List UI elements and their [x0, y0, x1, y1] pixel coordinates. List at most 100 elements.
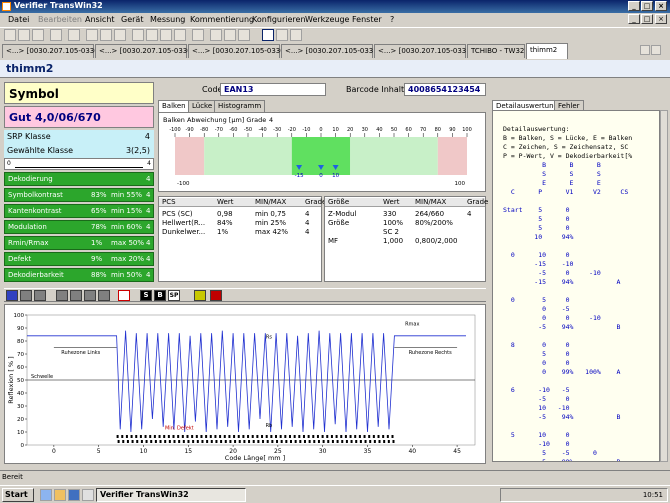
nav-prev-icon[interactable] — [146, 29, 158, 41]
param-row[interactable]: Dekodierbarkeit 88% min 50% 4 — [4, 268, 154, 282]
bar-indicator — [214, 435, 217, 438]
menu-bearbeiten[interactable]: Bearbeiten — [38, 15, 82, 24]
view-4-icon[interactable] — [70, 290, 82, 301]
bar-indicator — [307, 435, 310, 438]
menu-geraet[interactable]: Gerät — [121, 15, 143, 24]
highlight-icon[interactable] — [194, 290, 206, 301]
print-icon[interactable] — [50, 29, 62, 41]
tab-doc-1[interactable]: <...> [0030.207.105-03301-3] — [2, 44, 113, 58]
tab-luecke[interactable]: Lücke — [188, 100, 217, 112]
explorer-icon[interactable] — [54, 489, 66, 501]
codeart-value: EAN13 — [220, 83, 326, 96]
preview-icon[interactable] — [68, 29, 80, 41]
space-indicator — [317, 440, 320, 443]
zoom-out-icon[interactable] — [224, 29, 236, 41]
nav-next-icon[interactable] — [160, 29, 172, 41]
param-row[interactable]: Dekodierung 4 — [4, 172, 154, 186]
tab-prev-icon[interactable] — [640, 45, 650, 55]
param-name: Kantenkontrast — [8, 207, 62, 215]
nav-first-icon[interactable] — [132, 29, 144, 41]
menu-werkzeuge[interactable]: Werkzeuge — [305, 15, 349, 24]
expand-icon[interactable] — [6, 290, 18, 301]
tab-next-icon[interactable] — [651, 45, 661, 55]
bar-indicator — [256, 435, 259, 438]
grid-icon[interactable] — [276, 29, 288, 41]
menu-kommentierung[interactable]: Kommentierung — [190, 15, 254, 24]
tab-doc-3[interactable]: <...> [0030.207.105-03307-7] — [188, 44, 299, 58]
y-tick-label: 30 — [17, 404, 24, 410]
close-button[interactable]: × — [655, 1, 667, 11]
sp-toggle[interactable]: SP — [168, 290, 180, 301]
delete-icon[interactable] — [114, 29, 126, 41]
bar-deviation-panel: Balken Abweichung [µm] Grade 4 -100 -90 -80-… — [158, 112, 486, 192]
browser-icon[interactable] — [68, 489, 80, 501]
param-row[interactable]: Defekt 9% max 20% 4 — [4, 252, 154, 266]
detail-line: -15 94% A — [503, 278, 621, 286]
search-icon[interactable] — [100, 29, 112, 41]
menu-fenster[interactable]: Fenster — [352, 15, 382, 24]
detail-scrollbar[interactable] — [660, 110, 668, 462]
tab-balken[interactable]: Balken — [158, 100, 190, 112]
measure-icon[interactable] — [86, 29, 98, 41]
tab-doc-5[interactable]: <...> [0030.207.105-03312-9] — [374, 44, 485, 58]
space-indicator — [294, 440, 297, 443]
maximize-button[interactable]: □ — [641, 1, 653, 11]
view-1-icon[interactable] — [20, 290, 32, 301]
menu-messung[interactable]: Messung — [150, 15, 185, 24]
bar-toggle[interactable]: B — [154, 290, 166, 301]
balken-tick-label: -70 — [215, 127, 223, 133]
detail-evaluation-text: Detailauswertung: B = Balken, S = Lücke, … — [492, 110, 660, 462]
space-indicator — [182, 440, 185, 443]
new-icon[interactable] — [4, 29, 16, 41]
tab-doc-6[interactable]: TCHIBO - TW32 — [467, 44, 525, 58]
param-row[interactable]: Rmin/Rmax 1% max 50% 4 — [4, 236, 154, 250]
desktop-icon[interactable] — [40, 489, 52, 501]
taskbar-item[interactable]: Verifier TransWin32 — [96, 488, 246, 502]
space-indicator — [234, 440, 237, 443]
space-indicator — [117, 440, 120, 443]
pcs-table: PCS Wert MIN/MAX Grade PCS (SC) 0,98 min 0,75 4… — [158, 196, 326, 282]
bar-indicator — [251, 435, 254, 438]
select-icon[interactable] — [262, 29, 274, 41]
detail-line: -5 0 — [503, 395, 570, 403]
menu-ansicht[interactable]: Ansicht — [85, 15, 115, 24]
view-6-icon[interactable] — [98, 290, 110, 301]
space-toggle[interactable]: S — [140, 290, 152, 301]
symbol-heading: Symbol — [4, 82, 154, 104]
doc-close-button[interactable]: × — [655, 14, 667, 24]
param-row[interactable]: Symbolkontrast 83% min 55% 4 — [4, 188, 154, 202]
minimize-button[interactable]: _ — [628, 1, 640, 11]
tab-histogramm[interactable]: Histogramm — [214, 100, 266, 112]
param-row[interactable]: Modulation 78% min 60% 4 — [4, 220, 154, 234]
config-icon[interactable] — [192, 29, 204, 41]
menu-konfigurieren[interactable]: Konfigurieren — [252, 15, 306, 24]
save-icon[interactable] — [32, 29, 44, 41]
space-indicator — [383, 440, 386, 443]
quicklaunch-icon[interactable] — [82, 489, 94, 501]
doc-minimize-button[interactable]: _ — [628, 14, 640, 24]
detail-line: 0 -5 — [503, 305, 570, 313]
view-3-icon[interactable] — [56, 290, 68, 301]
view-2-icon[interactable] — [34, 290, 46, 301]
zoom-icon[interactable] — [238, 29, 250, 41]
balken-max-label: 100 — [455, 181, 466, 187]
tab-doc-2[interactable]: <...> [0030.207.105-03304-4] — [95, 44, 206, 58]
open-icon[interactable] — [18, 29, 30, 41]
menu-help[interactable]: ? — [390, 15, 394, 24]
tab-doc-7[interactable]: thimm2 — [526, 43, 568, 59]
zoom-in-icon[interactable] — [210, 29, 222, 41]
stop-icon[interactable] — [210, 290, 222, 301]
help-icon[interactable] — [290, 29, 302, 41]
menu-datei[interactable]: Datei — [8, 15, 29, 24]
table-cell: Z-Modul — [328, 210, 357, 218]
detail-line: 0 5 0 — [503, 296, 570, 304]
view-5-icon[interactable] — [84, 290, 96, 301]
nav-last-icon[interactable] — [174, 29, 186, 41]
x-tick-label: 35 — [364, 448, 372, 455]
param-value: 9% — [91, 255, 103, 263]
defect-icon[interactable] — [118, 290, 130, 301]
tab-doc-4[interactable]: <...> [0030.207.105-03313-6] — [281, 44, 392, 58]
param-row[interactable]: Kantenkontrast 65% min 15% 4 — [4, 204, 154, 218]
doc-restore-button[interactable]: □ — [641, 14, 653, 24]
start-button[interactable]: Start — [2, 488, 34, 502]
